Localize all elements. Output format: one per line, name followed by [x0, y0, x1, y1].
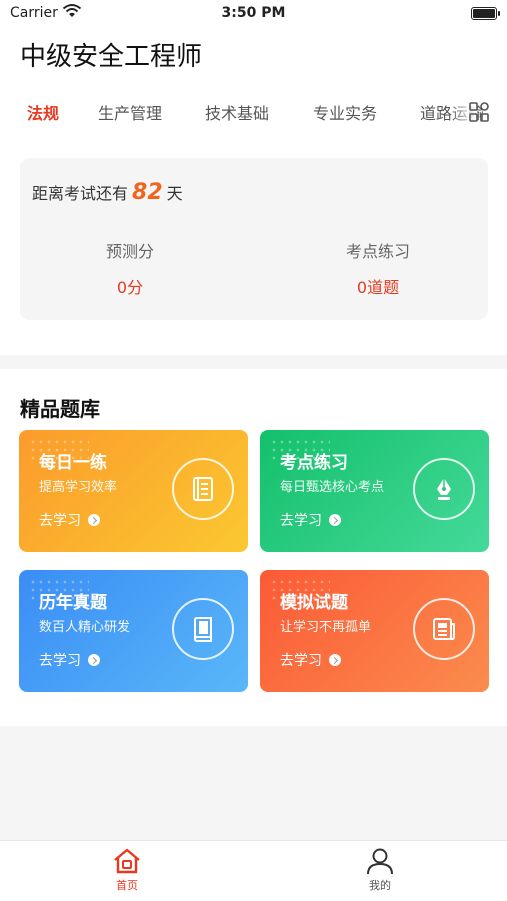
countdown-prefix: 距离考试还有 [32, 184, 129, 203]
chevron-right-icon [329, 514, 341, 526]
card-subtitle: 提高学习效率 [39, 480, 118, 495]
go-study-label: 去学习 [280, 653, 322, 669]
tab-technical-basics[interactable]: 技术基础 [205, 100, 269, 124]
badge-circle [172, 458, 234, 520]
predicted-score-label: 预测分 [105, 242, 154, 261]
clock: 3:50 PM [221, 5, 286, 21]
countdown-days: 82 [132, 180, 163, 205]
card-title: 模拟试题 [280, 593, 348, 613]
tab-production-management[interactable]: 生产管理 [98, 100, 162, 124]
battery-icon [471, 7, 500, 20]
go-study-link[interactable]: 去学习 [39, 510, 100, 530]
badge-circle [413, 458, 475, 520]
question-bank-section: 精品题库 每日一练 提高学习效率 去学习 考点练习 每日甄选核心考点 去学习 历… [0, 369, 507, 726]
tab-mine[interactable]: 我的 [320, 847, 440, 893]
tab-mine-label: 我的 [369, 879, 391, 892]
status-bar: Carrier 3:50 PM [0, 0, 507, 28]
go-study-label: 去学习 [39, 513, 81, 529]
go-study-link[interactable]: 去学习 [39, 650, 100, 670]
exam-countdown-card: 距离考试还有 82 天 预测分 0分 考点练习 0道题 [20, 158, 488, 320]
predicted-score-value: 0分 [116, 278, 144, 297]
keypoint-practice-stat[interactable]: 考点练习 0道题 [268, 238, 488, 298]
go-study-link[interactable]: 去学习 [280, 650, 341, 670]
card-title: 历年真题 [39, 593, 107, 613]
chevron-right-icon [88, 514, 100, 526]
keypoint-practice-label: 考点练习 [345, 242, 410, 261]
mock-exams-card[interactable]: 模拟试题 让学习不再孤单 去学习 [260, 570, 489, 692]
user-icon [367, 848, 393, 875]
countdown-suffix: 天 [166, 184, 183, 203]
tab-home-label: 首页 [116, 879, 138, 892]
chevron-right-icon [329, 654, 341, 666]
newspaper-icon [433, 618, 455, 640]
daily-practice-card[interactable]: 每日一练 提高学习效率 去学习 [19, 430, 248, 552]
exam-countdown: 距离考试还有 82 天 [32, 180, 183, 205]
tab-regulations[interactable]: 法规 [27, 100, 59, 124]
section-title: 精品题库 [20, 397, 100, 421]
page-title: 中级安全工程师 [20, 42, 203, 72]
go-study-label: 去学习 [280, 513, 322, 529]
chevron-right-icon [88, 654, 100, 666]
notebook-icon [193, 477, 213, 501]
predicted-score-stat[interactable]: 预测分 0分 [20, 238, 240, 298]
past-exams-card[interactable]: 历年真题 数百人精心研发 去学习 [19, 570, 248, 692]
tab-home[interactable]: 首页 [67, 847, 187, 893]
card-subtitle: 每日甄选核心考点 [280, 480, 385, 495]
card-title: 考点练习 [280, 453, 348, 473]
go-study-label: 去学习 [39, 653, 81, 669]
keypoint-practice-value: 0道题 [356, 278, 400, 297]
go-study-link[interactable]: 去学习 [280, 510, 341, 530]
top-panel: 中级安全工程师 法规 生产管理 技术基础 专业实务 道路运输 距离考试还有82天… [0, 28, 507, 355]
card-title: 每日一练 [39, 453, 107, 473]
grid-menu-icon[interactable] [469, 102, 489, 122]
card-subtitle: 让学习不再孤单 [280, 620, 372, 635]
bottom-tab-bar: 首页 我的 [0, 840, 507, 901]
subject-tabs: 法规 生产管理 技术基础 专业实务 道路运输 [0, 100, 507, 130]
tab-professional-practice[interactable]: 专业实务 [313, 100, 377, 124]
card-subtitle: 数百人精心研发 [39, 620, 131, 635]
badge-circle [413, 598, 475, 660]
book-icon [194, 617, 212, 642]
keypoint-practice-card[interactable]: 考点练习 每日甄选核心考点 去学习 [260, 430, 489, 552]
home-icon [114, 848, 140, 874]
pen-nib-icon [437, 478, 451, 500]
badge-circle [172, 598, 234, 660]
